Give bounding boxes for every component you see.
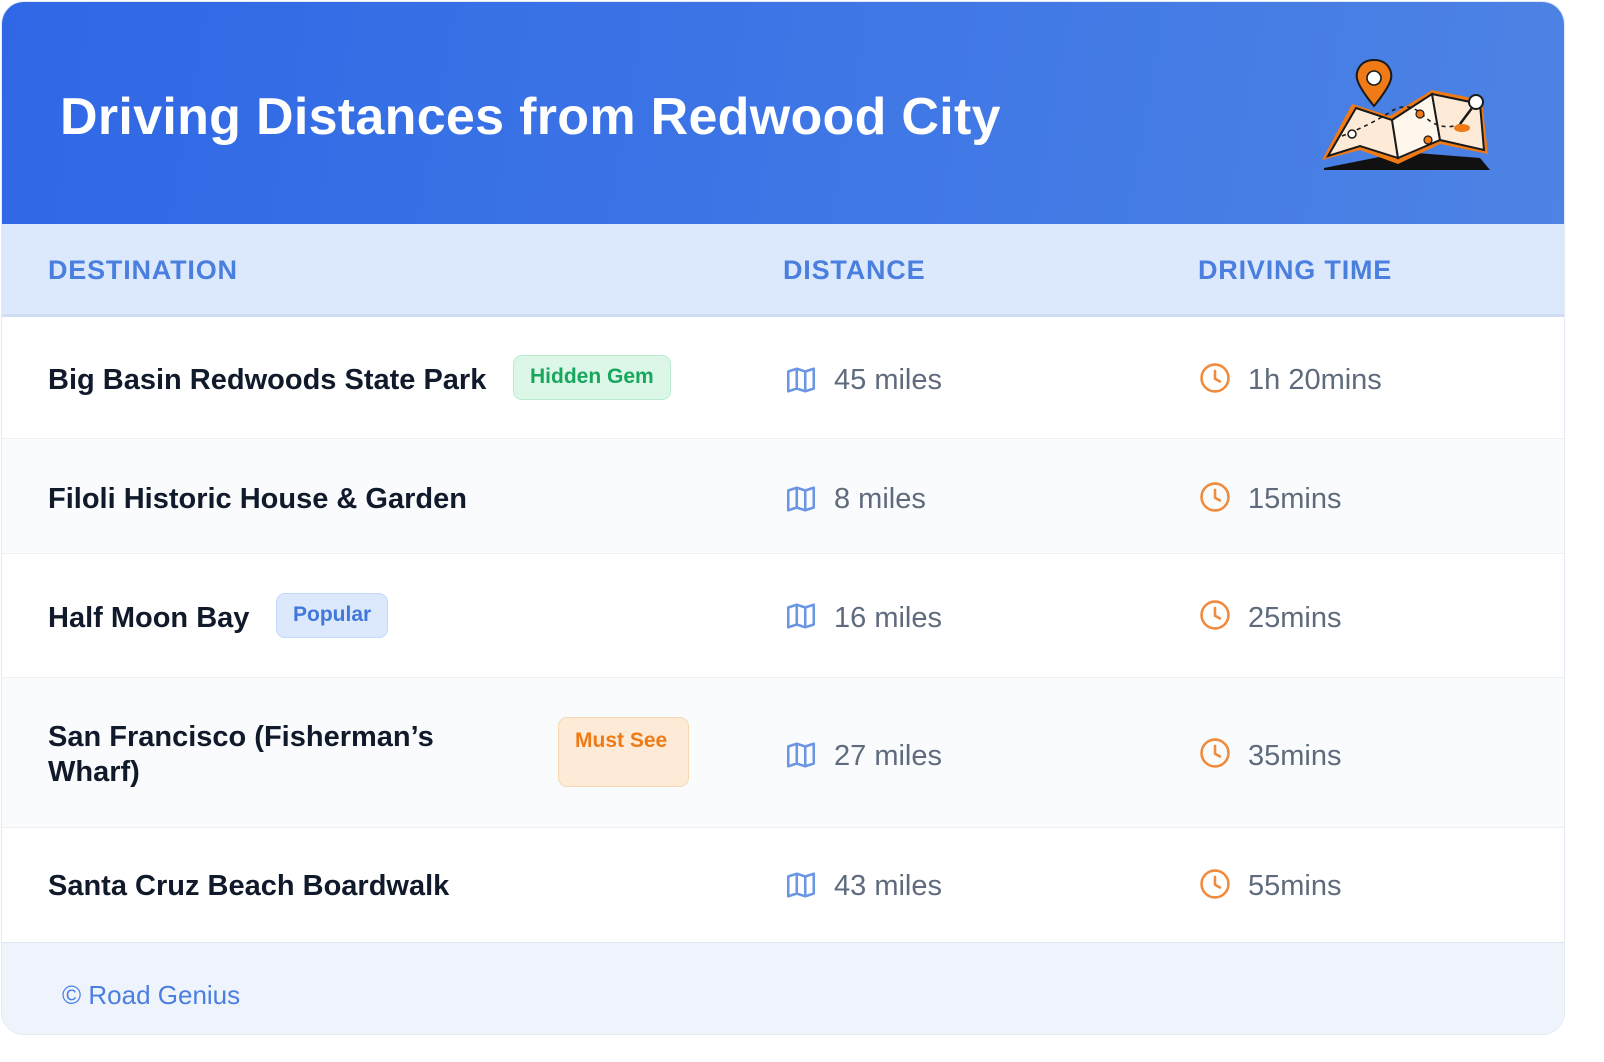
driving-time-value: 1h 20mins [1248,364,1382,396]
driving-time-value: 15mins [1248,483,1342,515]
map-icon [786,742,816,768]
column-header-distance: DISTANCE [783,255,926,285]
table-row: Filoli Historic House & Garden 8 miles 1… [2,439,1564,554]
clock-icon [1200,738,1230,768]
destination-name: Filoli Historic House & Garden [48,483,467,515]
footer-credit: © Road Genius [62,980,241,1010]
destination-name: Santa Cruz Beach Boardwalk [48,870,450,902]
card-header: Driving Distances from Redwood City [2,2,1564,224]
table-row: Half Moon Bay Popular 16 miles 25mins [2,554,1564,678]
folded-map-with-location-pin-icon [1322,58,1490,170]
table-row: Big Basin Redwoods State Park Hidden Gem… [2,317,1564,439]
destination-name: Half Moon Bay [48,602,250,634]
distance-value: 27 miles [834,740,942,772]
map-icon [786,603,816,629]
distance-value: 43 miles [834,870,942,902]
clock-icon [1200,482,1230,512]
driving-time-value: 35mins [1248,740,1342,772]
driving-time-value: 55mins [1248,870,1342,902]
status-badge: Must See [558,717,689,787]
status-badge: Popular [276,593,389,638]
card-footer: © Road Genius [2,942,1564,1034]
destination-name: San Francisco (Fisherman’s Wharf) [48,721,434,788]
map-icon [786,486,816,512]
table-row: Santa Cruz Beach Boardwalk 43 miles 55mi… [2,828,1564,941]
destination-name: Big Basin Redwoods State Park [48,364,487,396]
table-header: DESTINATION DISTANCE DRIVING TIME [2,224,1564,317]
distance-value: 8 miles [834,483,926,515]
distance-value: 16 miles [834,602,942,634]
distance-value: 45 miles [834,364,942,396]
clock-icon [1200,363,1230,393]
column-header-driving-time: DRIVING TIME [1198,255,1393,285]
map-icon [786,367,816,393]
clock-icon [1200,869,1230,899]
page-title: Driving Distances from Redwood City [60,88,1001,146]
status-badge: Hidden Gem [513,355,671,400]
map-icon [786,872,816,898]
distance-card: Driving Distances from Redwood City DEST… [2,2,1564,1034]
driving-time-value: 25mins [1248,602,1342,634]
column-header-destination: DESTINATION [48,255,238,285]
clock-icon [1200,600,1230,630]
table-row: San Francisco (Fisherman’s Wharf) Must S… [2,678,1564,828]
